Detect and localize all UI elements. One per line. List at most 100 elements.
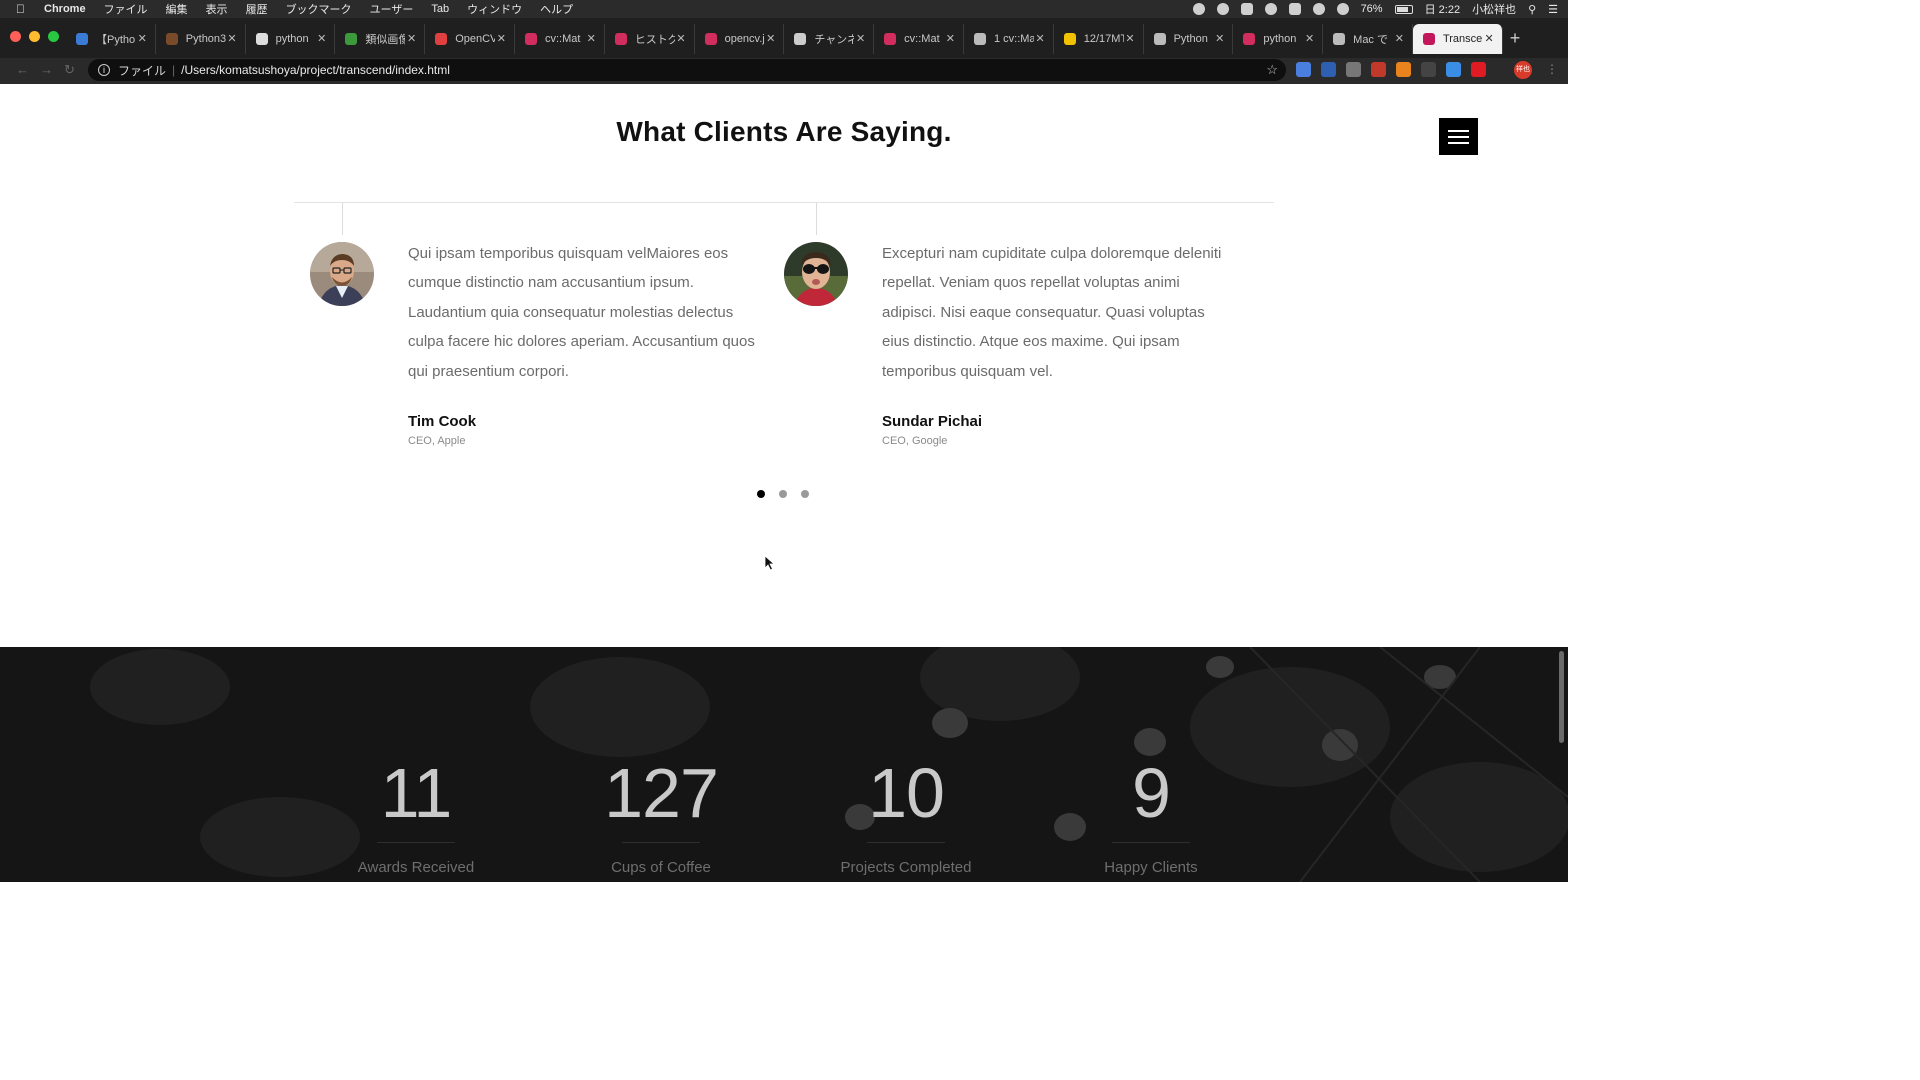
- omnibox-separator: |: [172, 63, 176, 77]
- close-icon[interactable]: ✕: [766, 32, 775, 45]
- carousel-dot[interactable]: [757, 490, 765, 498]
- close-icon[interactable]: ✕: [1215, 32, 1224, 45]
- tab-label: Python: [1173, 33, 1208, 45]
- menu-history[interactable]: 履歴: [246, 1, 268, 17]
- youtube-extension-icon[interactable]: [1471, 62, 1486, 77]
- tab-favicon-icon: [1333, 33, 1346, 45]
- close-icon[interactable]: ✕: [676, 32, 685, 45]
- new-tab-button[interactable]: +: [1504, 28, 1526, 50]
- tab-strip: 【Pytho ✕ Python3 ✕ python ✕ 類似画像 ✕ OpenCV ✕ cv::Ma…: [0, 18, 1568, 58]
- zoom-window-button[interactable]: [48, 31, 59, 42]
- menu-app-name[interactable]: Chrome: [44, 3, 86, 15]
- tab-label: Transce: [1442, 33, 1483, 45]
- selenium-extension-icon[interactable]: [1421, 62, 1436, 77]
- menu-window[interactable]: ウィンドウ: [467, 1, 522, 17]
- close-icon[interactable]: ✕: [1125, 32, 1134, 45]
- creative-cloud-icon[interactable]: [1264, 3, 1277, 15]
- hamburger-menu-button[interactable]: [1439, 118, 1478, 155]
- cast-extension-icon[interactable]: [1346, 62, 1361, 77]
- carousel-dot[interactable]: [801, 490, 809, 498]
- browser-tab[interactable]: 1 cv::Ma ✕: [964, 24, 1054, 54]
- wifi-icon[interactable]: [1336, 3, 1349, 15]
- menu-help[interactable]: ヘルプ: [540, 1, 573, 17]
- back-button[interactable]: ←: [16, 62, 29, 77]
- spotlight-search-icon[interactable]: ⚲: [1528, 3, 1536, 16]
- man-with-glasses-icon: [310, 242, 374, 306]
- testimonial-divider-tick: [816, 203, 817, 235]
- browser-tab[interactable]: cv::Mat ✕: [874, 24, 964, 54]
- close-icon[interactable]: ✕: [227, 32, 236, 45]
- menu-people[interactable]: ユーザー: [370, 1, 414, 17]
- close-icon[interactable]: ✕: [587, 32, 596, 45]
- stat-label: Cups of Coffee: [611, 859, 711, 876]
- browser-tab[interactable]: Python3 ✕: [156, 24, 246, 54]
- minimize-window-button[interactable]: [29, 31, 40, 42]
- menu-file[interactable]: ファイル: [104, 1, 148, 17]
- info-icon[interactable]: i: [98, 64, 110, 76]
- stat-underline: [622, 842, 700, 843]
- close-icon[interactable]: ✕: [1395, 32, 1404, 45]
- macos-menu-bar:  Chrome ファイル 編集 表示 履歴 ブックマーク ユーザー Tab ウ…: [0, 0, 1568, 18]
- testimonial-author-name: Sundar Pichai: [882, 413, 983, 430]
- tab-label: cv::Mat: [544, 33, 581, 45]
- profile-avatar[interactable]: 祥也: [1514, 61, 1532, 79]
- browser-tab[interactable]: cv::Mat ✕: [515, 24, 605, 54]
- close-icon[interactable]: ✕: [856, 32, 865, 45]
- menu-tab[interactable]: Tab: [431, 3, 449, 15]
- browser-tab[interactable]: opencv.j ✕: [695, 24, 785, 54]
- close-icon[interactable]: ✕: [1485, 32, 1494, 45]
- browser-tab[interactable]: Mac で ✕: [1323, 24, 1413, 54]
- browser-tab[interactable]: python ✕: [246, 24, 336, 54]
- gif-extension-icon[interactable]: [1371, 62, 1386, 77]
- close-icon[interactable]: ✕: [1036, 32, 1045, 45]
- metamask-extension-icon[interactable]: [1396, 62, 1411, 77]
- notification-center-icon[interactable]: ☰: [1548, 3, 1558, 16]
- stat-underline: [1112, 842, 1190, 843]
- dictionary-extension-icon[interactable]: [1321, 62, 1336, 77]
- clock[interactable]: 日 2:22: [1425, 1, 1460, 17]
- carousel-dot[interactable]: [779, 490, 787, 498]
- browser-tab[interactable]: OpenCV ✕: [425, 24, 515, 54]
- bluetooth-icon[interactable]: [1312, 3, 1325, 15]
- tab-favicon-icon: [1422, 33, 1435, 45]
- tab-label: チャンネ: [814, 34, 855, 46]
- browser-tab[interactable]: ヒストグ ✕: [605, 24, 695, 54]
- input-method-icon[interactable]: [1288, 3, 1301, 15]
- close-icon[interactable]: ✕: [407, 32, 416, 45]
- menu-view[interactable]: 表示: [206, 1, 228, 17]
- apple-logo-icon[interactable]: : [16, 2, 30, 16]
- translate-extension-icon[interactable]: [1296, 62, 1311, 77]
- browser-tab[interactable]: 類似画像 ✕: [335, 24, 426, 54]
- grammarly-icon[interactable]: [1216, 3, 1229, 15]
- testimonial-text: Excepturi nam cupiditate culpa doloremqu…: [882, 245, 1222, 380]
- browser-tab[interactable]: 【Pytho ✕: [66, 24, 156, 54]
- address-bar[interactable]: i ファイル | /Users/komatsushoya/project/tra…: [88, 59, 1286, 81]
- browser-tab[interactable]: Transce ✕: [1412, 24, 1503, 54]
- record-icon[interactable]: [1192, 3, 1205, 15]
- browser-tab[interactable]: 12/17MT ✕: [1054, 24, 1144, 54]
- close-icon[interactable]: ✕: [497, 32, 506, 45]
- browser-tab[interactable]: Python ✕: [1144, 24, 1234, 54]
- close-icon[interactable]: ✕: [317, 32, 326, 45]
- reload-button[interactable]: ↻: [64, 62, 75, 78]
- close-window-button[interactable]: [10, 31, 21, 42]
- tab-favicon-icon: [165, 33, 178, 45]
- chrome-menu-icon[interactable]: ⋮: [1546, 62, 1558, 76]
- url-text[interactable]: /Users/komatsushoya/project/transcend/in…: [181, 63, 450, 77]
- forward-button[interactable]: →: [40, 62, 53, 77]
- extension-icon[interactable]: [1446, 62, 1461, 77]
- browser-tab[interactable]: python ✕: [1233, 24, 1324, 54]
- close-icon[interactable]: ✕: [138, 32, 147, 45]
- bookmark-star-icon[interactable]: ☆: [1266, 62, 1278, 78]
- close-icon[interactable]: ✕: [946, 32, 955, 45]
- tab-favicon-icon: [1063, 33, 1076, 45]
- user-name[interactable]: 小松祥也: [1472, 1, 1516, 17]
- close-icon[interactable]: ✕: [1305, 32, 1314, 45]
- background-texture: [0, 647, 1568, 882]
- page-scrollbar[interactable]: [1559, 651, 1564, 743]
- menu-bookmarks[interactable]: ブックマーク: [286, 1, 352, 17]
- browser-tab[interactable]: チャンネ ✕: [784, 24, 875, 54]
- status-app-icon[interactable]: [1240, 3, 1253, 15]
- battery-icon[interactable]: [1394, 4, 1413, 14]
- menu-edit[interactable]: 編集: [166, 1, 188, 17]
